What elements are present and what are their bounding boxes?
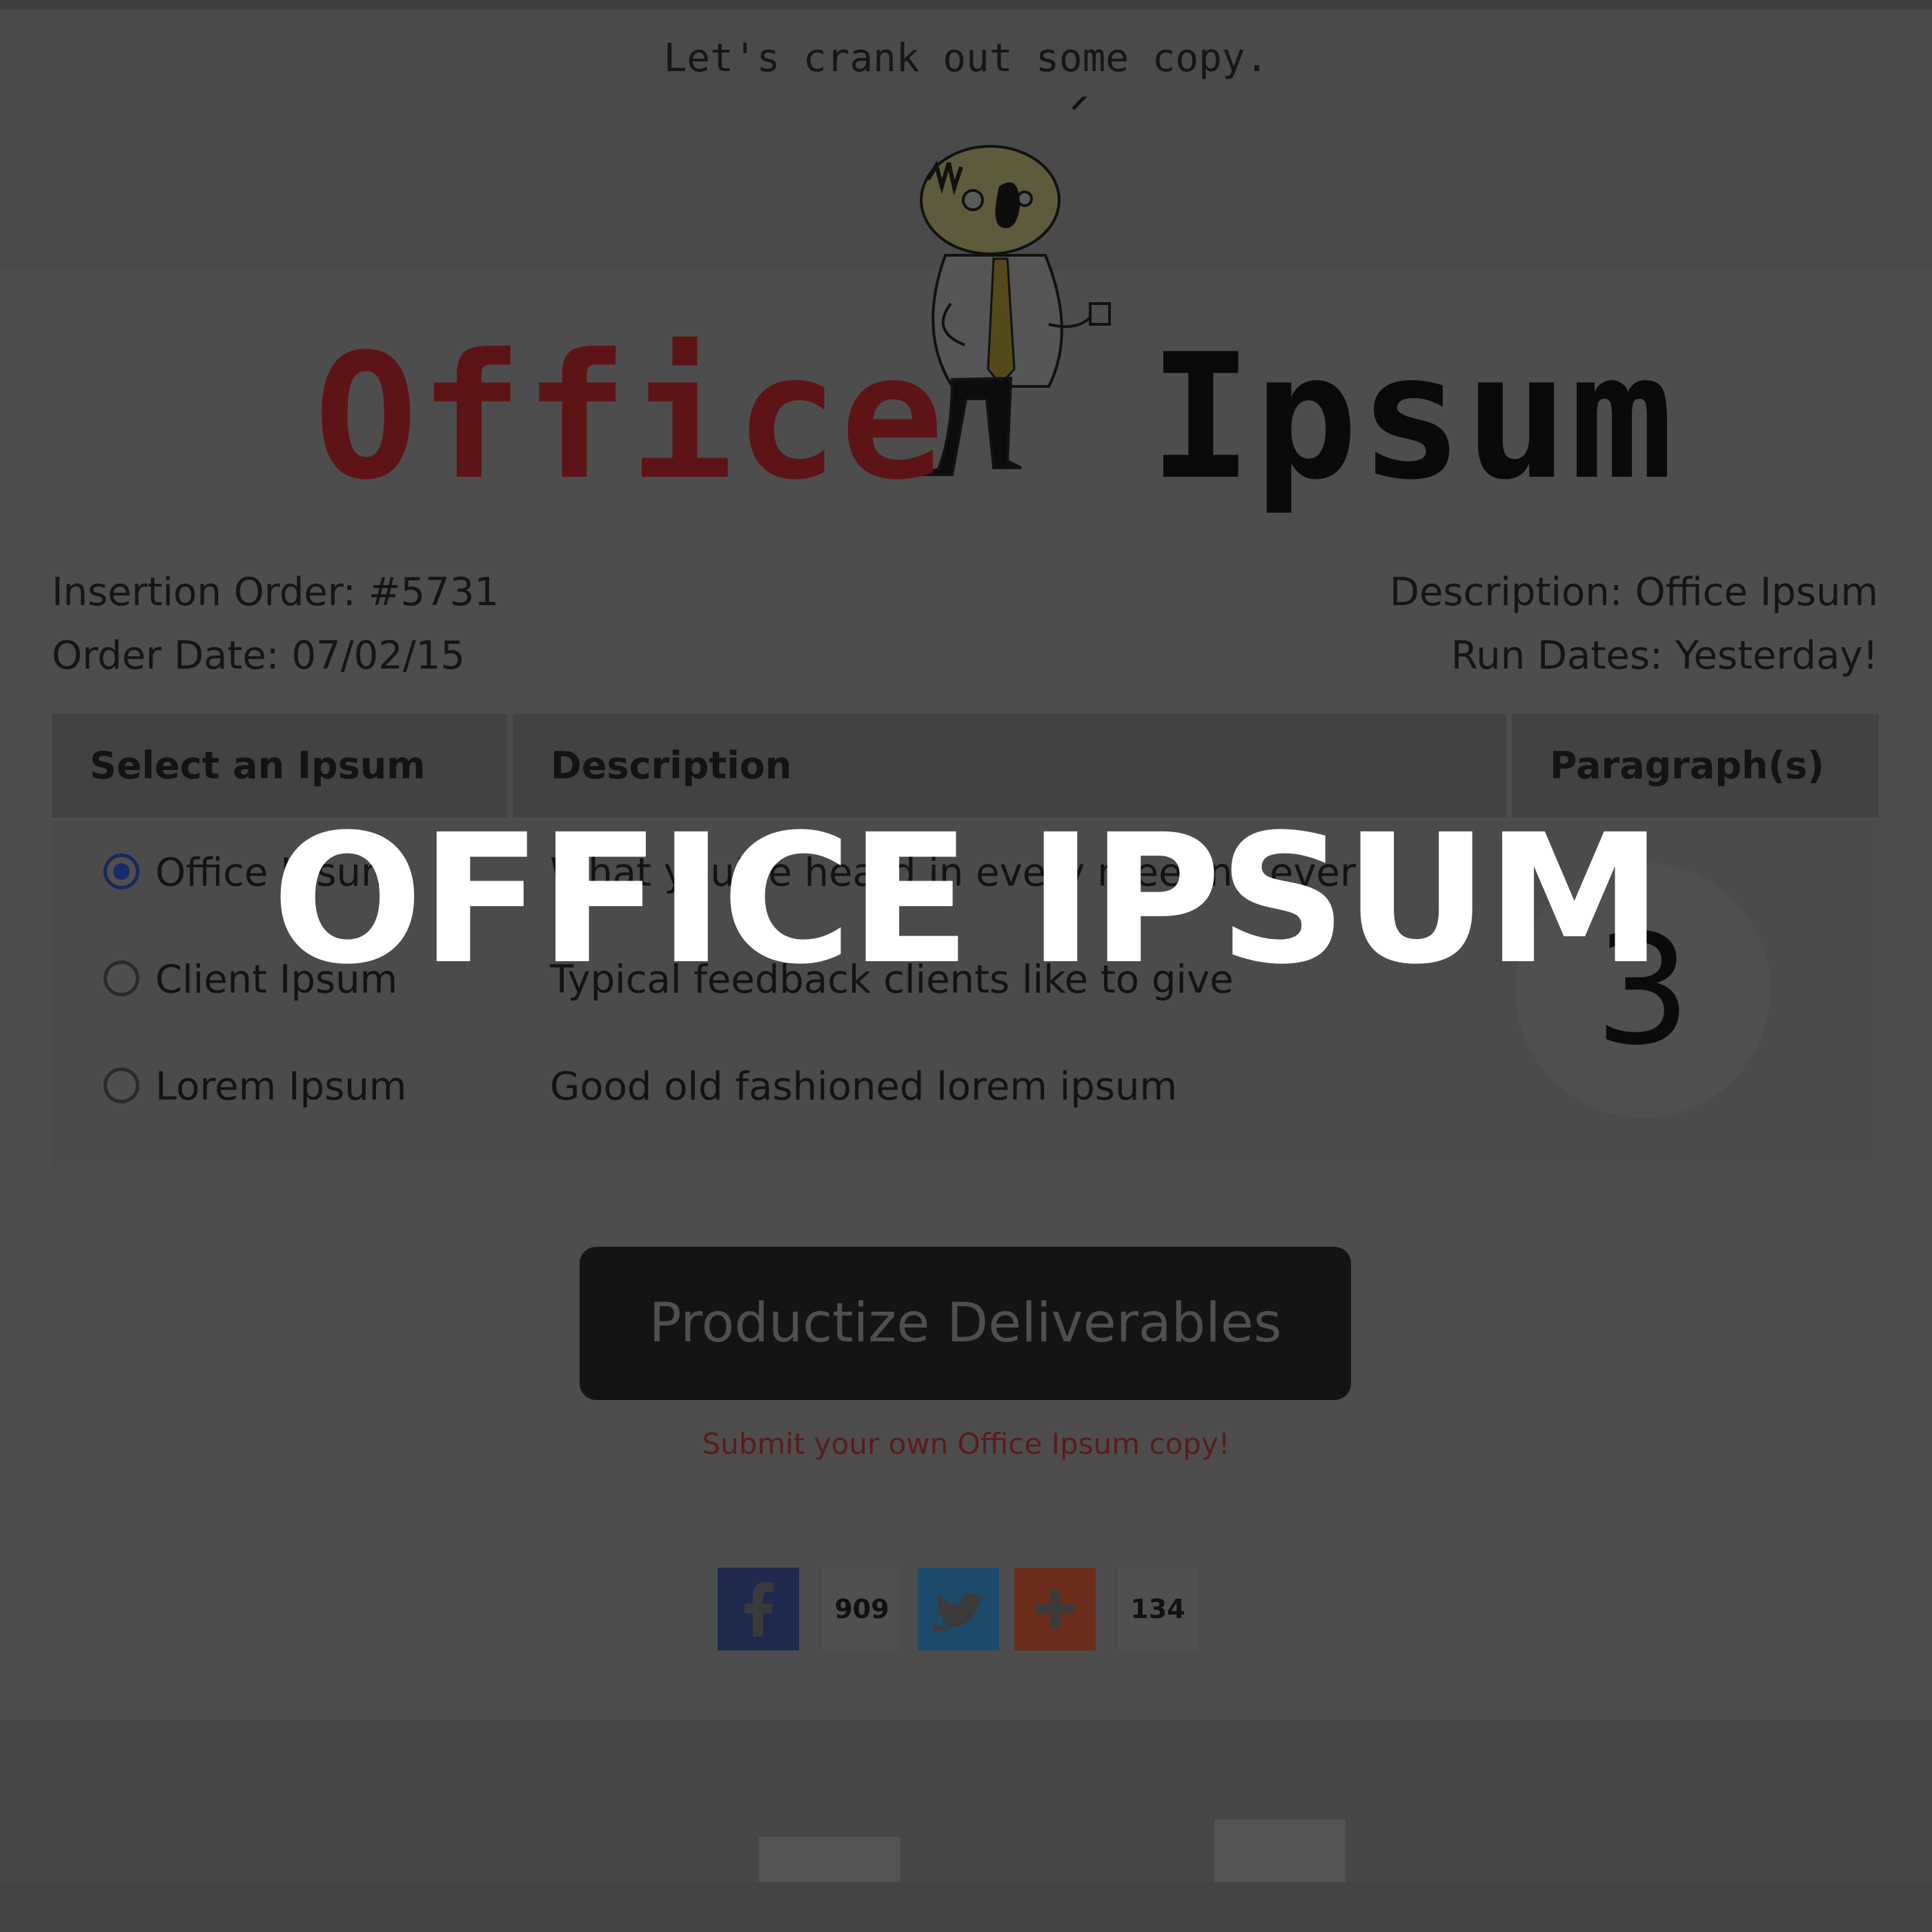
table-row[interactable]: Lorem Ipsum Good old fashioned lorem ips…: [52, 1035, 1528, 1138]
facebook-share-button[interactable]: [718, 1568, 799, 1650]
footer-strip: [0, 1882, 1932, 1932]
insertion-order: Insertion Order: #5731: [52, 570, 499, 615]
row-description: Good old fashioned lorem ipsum: [550, 1064, 1177, 1110]
order-description: Description: Office Ipsum: [1389, 570, 1878, 615]
plus-icon: [1036, 1590, 1074, 1628]
twitter-share-button[interactable]: [918, 1568, 999, 1650]
logo-ipsum-word: Ipsum: [1149, 317, 1675, 518]
plus-share-count: 134: [1118, 1568, 1198, 1650]
speech-bubble-text: Let's crank out some copy.: [663, 36, 1269, 81]
plus-share-button[interactable]: [1014, 1568, 1096, 1650]
row-label[interactable]: Lorem Ipsum: [155, 1065, 406, 1110]
footer-link-placeholder[interactable]: [1214, 1820, 1346, 1885]
order-date: Order Date: 07/02/15: [52, 633, 465, 678]
facebook-icon: [745, 1582, 773, 1637]
submit-copy-link[interactable]: Submit your own Office Ipsum copy!: [0, 1427, 1932, 1461]
productize-deliverables-button[interactable]: Productize Deliverables: [580, 1247, 1351, 1400]
run-dates: Run Dates: Yesterday!: [1450, 633, 1878, 678]
twitter-icon: [934, 1593, 984, 1632]
footer-link-placeholder[interactable]: [759, 1837, 900, 1885]
logo-office-word: Office: [314, 317, 946, 518]
overlay-title: OFFICE IPSUM: [271, 796, 1663, 1003]
facebook-share-count: 909: [822, 1568, 901, 1650]
lorem-ipsum-radio[interactable]: [103, 1067, 139, 1103]
